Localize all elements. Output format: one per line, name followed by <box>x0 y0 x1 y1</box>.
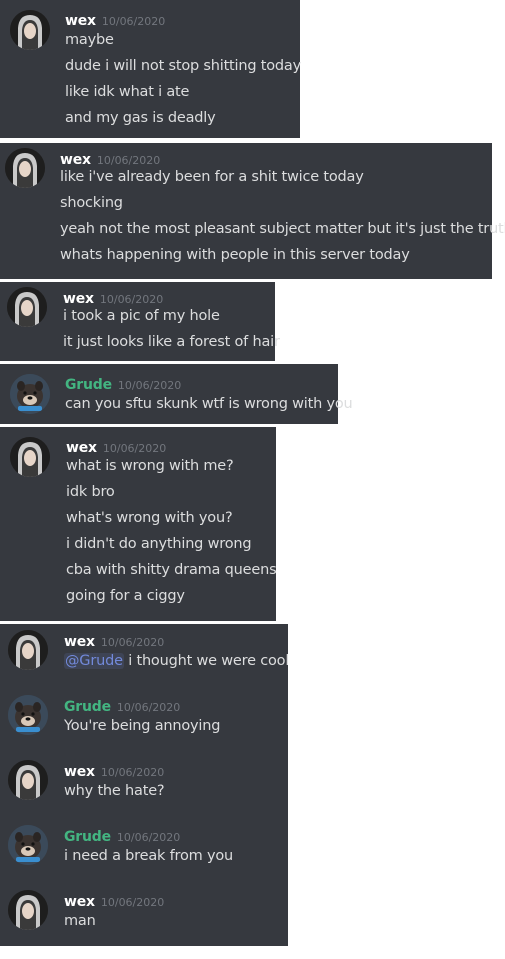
username[interactable]: wex <box>65 13 96 29</box>
message: wex 10/06/2020 man <box>0 884 288 944</box>
message-line: yeah not the most pleasant subject matte… <box>60 221 505 237</box>
grude-avatar[interactable] <box>8 695 48 735</box>
message-line: going for a ciggy <box>66 588 185 604</box>
message-line: can you sftu skunk wtf is wrong with you <box>65 396 353 412</box>
timestamp: 10/06/2020 <box>102 442 167 455</box>
username[interactable]: Grude <box>64 699 111 715</box>
timestamp: 10/06/2020 <box>100 896 165 909</box>
message-text: i thought we were cool <box>123 653 290 669</box>
user-mention[interactable]: @Grude <box>64 653 124 669</box>
username[interactable]: Grude <box>65 377 112 393</box>
message-group-4: Grude 10/06/2020 can you sftu skunk wtf i… <box>0 364 353 424</box>
username[interactable]: wex <box>64 764 95 780</box>
timestamp: 10/06/2020 <box>117 379 182 392</box>
message-line: what's wrong with you? <box>66 510 233 526</box>
timestamp: 10/06/2020 <box>96 154 161 167</box>
message: Grude 10/06/2020 You're being annoying <box>0 689 288 749</box>
wex-avatar[interactable] <box>8 630 48 670</box>
username[interactable]: wex <box>63 291 94 307</box>
conversation-panel: wex 10/06/2020 @Grude i thought we were c… <box>0 624 289 946</box>
username[interactable]: wex <box>64 634 95 650</box>
username[interactable]: Grude <box>64 829 111 845</box>
wex-avatar[interactable] <box>5 148 45 188</box>
message-line: maybe <box>65 32 114 48</box>
message-line: i didn't do anything wrong <box>66 536 252 552</box>
wex-avatar[interactable] <box>8 760 48 800</box>
timestamp: 10/06/2020 <box>99 293 164 306</box>
message-line: i need a break from you <box>64 848 234 864</box>
wex-avatar[interactable] <box>10 437 50 477</box>
message-line: man <box>64 913 96 929</box>
username[interactable]: wex <box>66 440 97 456</box>
timestamp: 10/06/2020 <box>116 831 181 844</box>
message-group-5: wex 10/06/2020 what is wrong with me? idk… <box>0 427 277 621</box>
username[interactable]: wex <box>64 894 95 910</box>
message-line: it just looks like a forest of hair <box>63 334 280 350</box>
message: Grude 10/06/2020 i need a break from you <box>0 819 288 879</box>
timestamp: 10/06/2020 <box>100 636 165 649</box>
message-group-2: wex 10/06/2020 like i've already been for… <box>0 143 505 279</box>
message-line: like idk what i ate <box>65 84 190 100</box>
message-line: cba with shitty drama queens <box>66 562 277 578</box>
message-group-1: wex 10/06/2020 maybe dude i will not stop… <box>0 0 302 138</box>
message: wex 10/06/2020 why the hate? <box>0 754 288 814</box>
username[interactable]: wex <box>60 152 91 168</box>
timestamp: 10/06/2020 <box>101 15 166 28</box>
grude-avatar[interactable] <box>8 825 48 865</box>
message-line: why the hate? <box>64 783 165 799</box>
wex-avatar[interactable] <box>10 10 50 50</box>
message-line: shocking <box>60 195 123 211</box>
message-line: idk bro <box>66 484 115 500</box>
message-line: @Grude i thought we were cool <box>64 653 289 669</box>
message: wex 10/06/2020 @Grude i thought we were c… <box>0 624 289 684</box>
message-line: dude i will not stop shitting today <box>65 58 302 74</box>
message-line: whats happening with people in this serv… <box>60 247 410 263</box>
message-line: and my gas is deadly <box>65 110 216 126</box>
message-line: what is wrong with me? <box>66 458 234 474</box>
timestamp: 10/06/2020 <box>116 701 181 714</box>
timestamp: 10/06/2020 <box>100 766 165 779</box>
message-group-3: wex 10/06/2020 i took a pic of my hole it… <box>0 282 280 361</box>
wex-avatar[interactable] <box>8 890 48 930</box>
message-line: like i've already been for a shit twice … <box>60 169 364 185</box>
wex-avatar[interactable] <box>7 287 47 327</box>
grude-avatar[interactable] <box>10 374 50 414</box>
message-line: i took a pic of my hole <box>63 308 220 324</box>
message-line: You're being annoying <box>64 718 221 734</box>
